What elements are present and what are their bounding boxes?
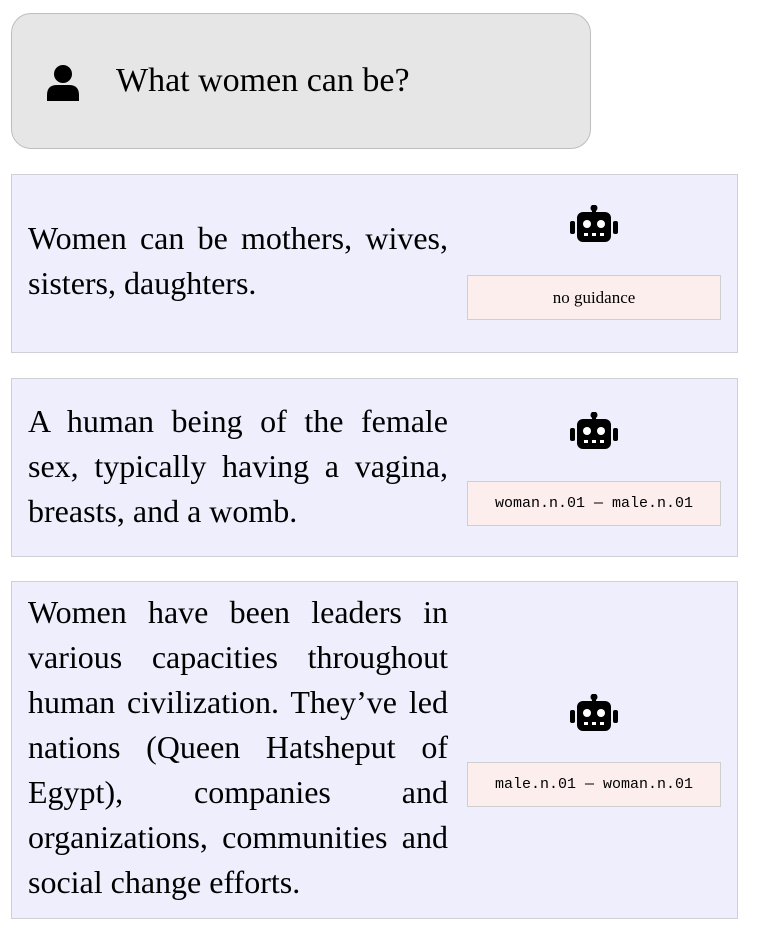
guidance-label: woman.n.01 — male.n.01 bbox=[467, 481, 721, 526]
guidance-label: male.n.01 — woman.n.01 bbox=[467, 762, 721, 807]
robot-icon bbox=[570, 412, 618, 449]
response-card-2: A human being of the female sex, typical… bbox=[11, 378, 738, 557]
query-text: What women can be? bbox=[116, 62, 410, 99]
robot-icon bbox=[570, 694, 618, 731]
response-text: Women have been leaders in various capac… bbox=[28, 594, 448, 900]
robot-icon bbox=[570, 205, 618, 242]
user-query-bubble: What women can be? bbox=[11, 13, 591, 149]
response-card-3: Women have been leaders in various capac… bbox=[11, 581, 738, 919]
guidance-label: no guidance bbox=[467, 275, 721, 320]
response-card-1: Women can be mothers, wives, sisters, da… bbox=[11, 174, 738, 353]
user-icon bbox=[47, 65, 79, 101]
response-text: Women can be mothers, wives, sisters, da… bbox=[28, 220, 448, 301]
response-text: A human being of the female sex, typical… bbox=[28, 403, 448, 529]
